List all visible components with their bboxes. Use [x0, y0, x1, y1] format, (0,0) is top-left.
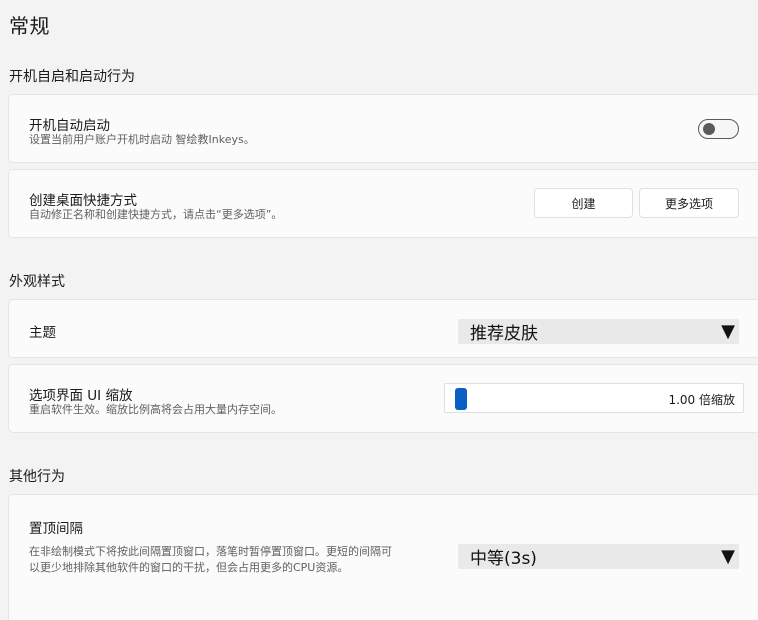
theme-card: 主题 推荐皮肤 ▼: [8, 299, 758, 358]
autostart-desc: 设置当前用户账户开机时启动 智绘教Inkeys。: [29, 133, 255, 146]
topmost-card: 置顶间隔 在非绘制模式下将按此间隔置顶窗口，落笔时暂停置顶窗口。更短的间隔可 以…: [8, 494, 758, 620]
topmost-select[interactable]: 中等(3s) ▼: [458, 544, 739, 569]
theme-title: 主题: [29, 325, 56, 341]
shortcut-card: 创建桌面快捷方式 自动修正名称和创建快捷方式，请点击“更多选项”。 创建 更多选…: [8, 169, 758, 238]
section-title-other: 其他行为: [9, 469, 65, 485]
topmost-select-value: 中等(3s): [470, 549, 537, 569]
create-shortcut-button[interactable]: 创建: [534, 188, 633, 218]
theme-select[interactable]: 推荐皮肤 ▼: [458, 319, 739, 344]
ui-scale-desc: 重启软件生效。缩放比例高将会占用大量内存空间。: [29, 403, 282, 416]
theme-select-value: 推荐皮肤: [470, 324, 538, 344]
ui-scale-title: 选项界面 UI 缩放: [29, 388, 133, 404]
topmost-desc-line2: 以更少地排除其他软件的窗口的干扰，但会占用更多的CPU资源。: [29, 561, 349, 574]
ui-scale-card: 选项界面 UI 缩放 重启软件生效。缩放比例高将会占用大量内存空间。 1.00 …: [8, 364, 758, 433]
more-options-button[interactable]: 更多选项: [639, 188, 739, 218]
toggle-knob: [703, 123, 715, 135]
autostart-title: 开机自动启动: [29, 118, 110, 134]
section-title-appearance: 外观样式: [9, 274, 65, 290]
page-title: 常规: [9, 14, 50, 38]
slider-thumb[interactable]: [455, 388, 467, 410]
chevron-down-icon: ▼: [721, 320, 735, 342]
ui-scale-value: 1.00 倍缩放: [668, 393, 735, 407]
topmost-desc-line1: 在非绘制模式下将按此间隔置顶窗口，落笔时暂停置顶窗口。更短的间隔可: [29, 545, 392, 558]
ui-scale-slider[interactable]: 1.00 倍缩放: [444, 383, 744, 413]
autostart-toggle[interactable]: [698, 119, 739, 139]
autostart-card: 开机自动启动 设置当前用户账户开机时启动 智绘教Inkeys。: [8, 94, 758, 163]
section-title-startup: 开机自启和启动行为: [9, 69, 135, 85]
chevron-down-icon: ▼: [721, 545, 735, 567]
shortcut-title: 创建桌面快捷方式: [29, 193, 137, 209]
shortcut-desc: 自动修正名称和创建快捷方式，请点击“更多选项”。: [29, 208, 283, 221]
topmost-title: 置顶间隔: [29, 521, 83, 537]
